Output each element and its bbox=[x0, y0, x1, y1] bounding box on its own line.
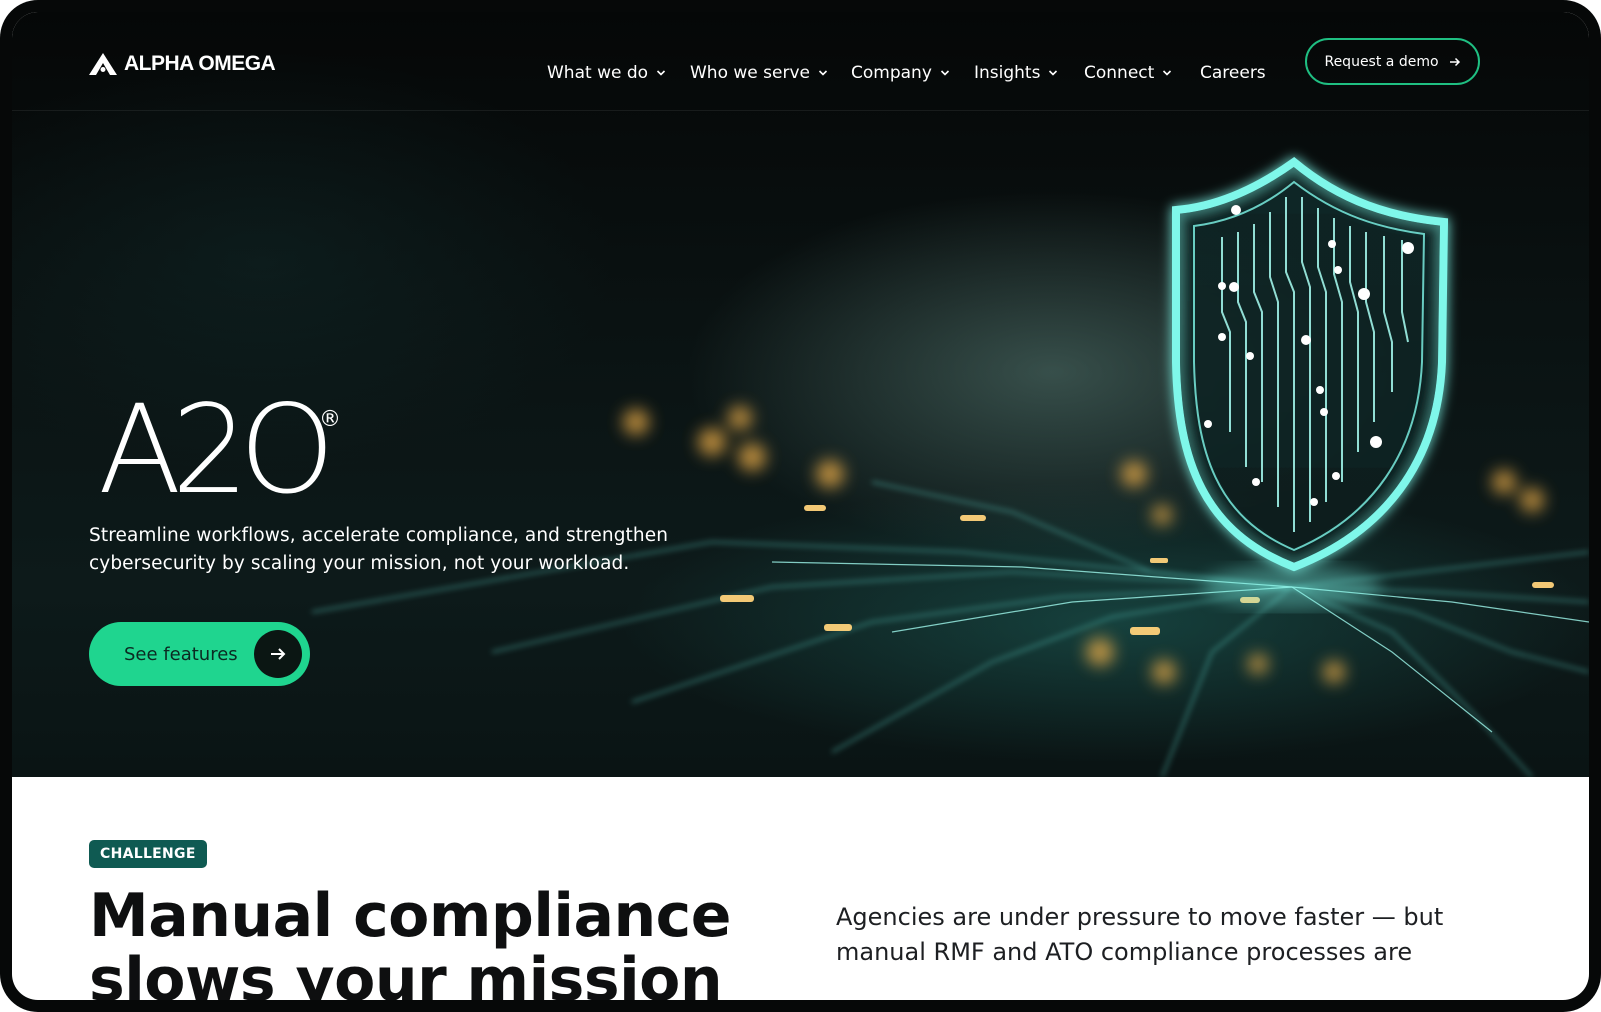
nav-item-connect[interactable]: Connect bbox=[1084, 61, 1172, 85]
browser-viewport: ALPHA OMEGA What we do Who we serve Comp… bbox=[12, 12, 1589, 1000]
chevron-down-icon bbox=[1163, 70, 1172, 76]
challenge-badge: CHALLENGE bbox=[89, 840, 207, 868]
chevron-down-icon bbox=[818, 70, 828, 76]
challenge-body: Agencies are under pressure to move fast… bbox=[836, 900, 1516, 970]
alpha-omega-logo-icon bbox=[89, 53, 117, 75]
nav-label: Who we serve bbox=[690, 63, 810, 83]
top-navigation: ALPHA OMEGA What we do Who we serve Comp… bbox=[12, 12, 1589, 111]
nav-item-what-we-do[interactable]: What we do bbox=[547, 61, 666, 85]
body-line-1: Agencies are under pressure to move fast… bbox=[836, 903, 1444, 931]
arrow-right-icon bbox=[254, 630, 302, 678]
nav-label: Insights bbox=[974, 63, 1041, 83]
a2o-text: A2O bbox=[98, 392, 326, 502]
hero-tagline-line-1: Streamline workflows, accelerate complia… bbox=[89, 525, 669, 546]
see-features-label: See features bbox=[124, 643, 238, 665]
hero-tagline-line-2: cybersecurity by scaling your mission, n… bbox=[89, 553, 630, 574]
nav-label: What we do bbox=[547, 63, 649, 83]
headline-line-1: Manual compliance bbox=[89, 881, 731, 951]
registered-symbol: ® bbox=[319, 407, 341, 432]
hero-section: ALPHA OMEGA What we do Who we serve Comp… bbox=[12, 12, 1589, 777]
nav-item-insights[interactable]: Insights bbox=[974, 61, 1058, 85]
request-demo-label: Request a demo bbox=[1324, 53, 1439, 70]
logo-text: ALPHA OMEGA bbox=[124, 52, 276, 75]
nav-label: Careers bbox=[1200, 63, 1266, 83]
see-features-button[interactable]: See features bbox=[89, 622, 310, 686]
challenge-headline: Manual compliance slows your mission bbox=[89, 884, 789, 1000]
nav-item-company[interactable]: Company bbox=[851, 61, 950, 85]
alpha-omega-logo[interactable]: ALPHA OMEGA bbox=[88, 50, 276, 78]
device-frame: ALPHA OMEGA What we do Who we serve Comp… bbox=[0, 0, 1601, 1012]
headline-line-2: slows your mission bbox=[89, 945, 723, 1000]
shield-circuit-icon bbox=[1172, 156, 1449, 572]
nav-item-who-we-serve[interactable]: Who we serve bbox=[690, 61, 828, 85]
a2o-product-mark: A2O ® bbox=[98, 379, 358, 521]
nav-item-careers[interactable]: Careers bbox=[1200, 61, 1266, 85]
request-demo-button[interactable]: Request a demo bbox=[1305, 38, 1480, 85]
arrow-right-icon bbox=[1449, 57, 1460, 66]
chevron-down-icon bbox=[656, 70, 666, 76]
chevron-down-icon bbox=[1049, 70, 1058, 76]
a2o-wordmark: A2O ® bbox=[98, 379, 341, 521]
hero-tagline: Streamline workflows, accelerate complia… bbox=[89, 522, 709, 578]
body-line-2: manual RMF and ATO compliance processes … bbox=[836, 938, 1413, 966]
chevron-down-icon bbox=[940, 70, 949, 76]
nav-label: Connect bbox=[1084, 63, 1155, 83]
nav-label: Company bbox=[851, 63, 932, 83]
